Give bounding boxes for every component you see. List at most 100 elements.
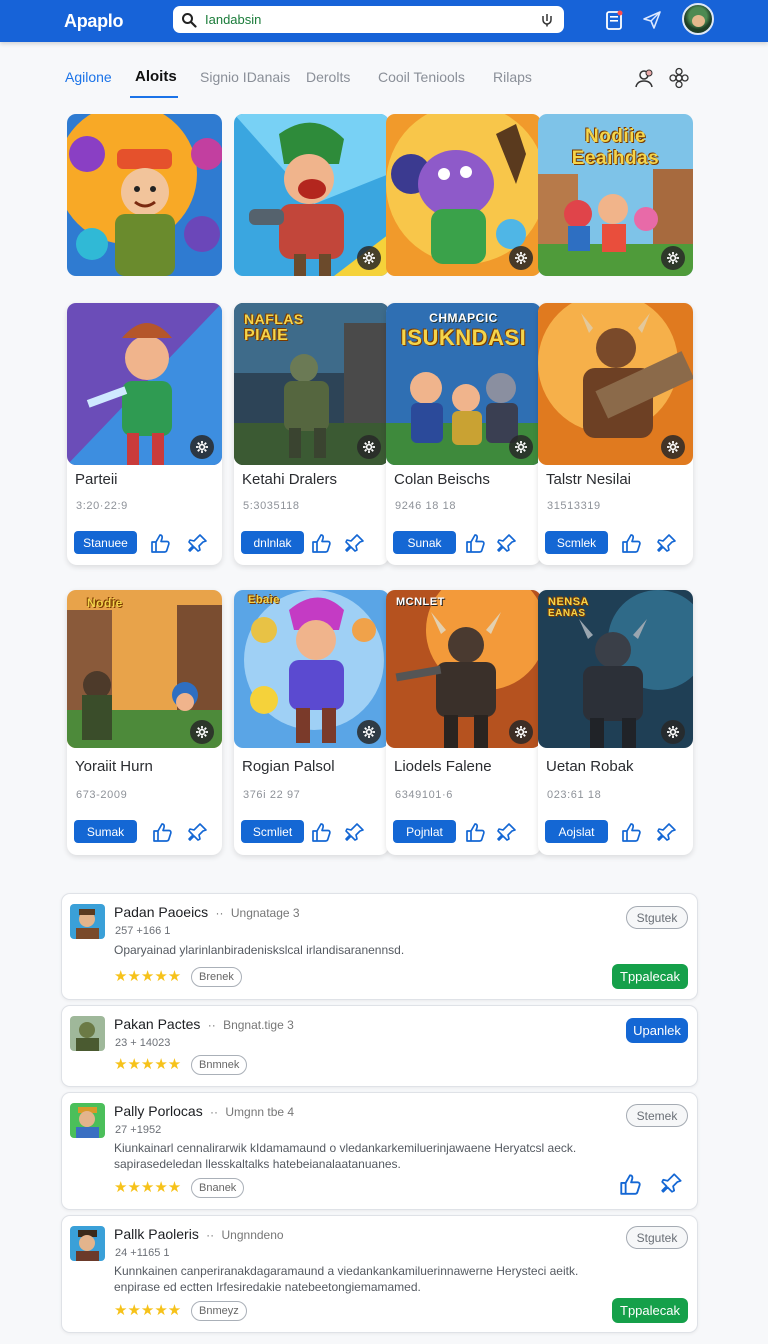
app-title[interactable]: Apaplo [64,11,124,32]
card-number: 9246 18 18 [395,500,457,512]
secondary-button[interactable]: Stemek [626,1104,688,1127]
card-number: 673-2009 [76,789,128,801]
list-item-description: Kunnkainen canperiranakdagaramaund a vie… [114,1264,579,1294]
thumbs-up-icon[interactable] [620,532,642,554]
thumbs-up-icon[interactable] [620,821,642,843]
gear-icon[interactable] [190,720,214,744]
game-tile[interactable] [386,114,541,276]
tag-pill[interactable]: Bnmeyz [191,1301,247,1321]
primary-action-button[interactable]: Tppalecak [612,1298,688,1323]
pin-icon[interactable] [660,1171,684,1195]
secondary-button[interactable]: Stgutek [626,1226,688,1249]
list-item-number: 257 +166 1 [115,925,171,937]
card-action-button[interactable]: Pojnlat [393,820,456,843]
pin-icon[interactable] [496,821,518,843]
list-item-number: 24 +1165 1 [115,1247,170,1259]
clipboard-icon[interactable] [603,9,625,31]
card-title: Talstr Nesilai [546,471,632,488]
tab-signio-idanais[interactable]: Signio IDanais [200,69,290,85]
gear-icon[interactable] [357,246,381,270]
game-tile[interactable] [234,114,389,276]
list-item[interactable]: Padan Paoeics ·· Ungnatage 3 257 +166 1 … [61,893,698,1000]
settings-icon[interactable] [668,67,690,89]
thumbs-up-icon[interactable] [618,1172,642,1196]
game-card[interactable]: MCNLET Liodels Falene 6349101·6 Pojnlat [386,590,541,855]
card-action-button[interactable]: Scmlek [545,531,608,554]
star-rating: ★★★★★ [114,1302,182,1319]
pin-icon[interactable] [187,532,209,554]
gear-icon[interactable] [509,720,533,744]
list-item[interactable]: Pallk Paoleris ·· Ungnndeno 24 +1165 1 K… [61,1215,698,1333]
art-title-line2: ISUKNDASI [400,325,527,350]
tag-pill[interactable]: Bnmnek [191,1055,248,1075]
tab-derolts[interactable]: Derolts [306,69,350,85]
game-card[interactable]: CHMAPCIC ISUKNDASI Colan Beischs 9246 18… [386,303,541,565]
user-search-icon[interactable] [633,67,655,89]
game-tile[interactable] [67,114,222,276]
top-bar: Apaplo [0,0,768,42]
gear-icon[interactable] [661,246,685,270]
pin-icon[interactable] [656,821,678,843]
gear-icon[interactable] [509,435,533,459]
list-item-title: Padan Paoeics ·· Ungnatage 3 [114,904,300,920]
thumbs-up-icon[interactable] [151,821,173,843]
art-title-line1: CHMAPCIC [429,311,498,325]
card-title: Uetan Robak [546,758,634,775]
pin-icon[interactable] [656,532,678,554]
pin-icon[interactable] [496,532,518,554]
tab-aloits[interactable]: Aloits [135,68,177,85]
mic-icon[interactable] [540,13,554,27]
avatar[interactable] [682,3,714,35]
game-card[interactable]: NENSA EANAS Uetan Robak 023:61 18 Aojsla… [538,590,693,855]
pin-icon[interactable] [344,821,366,843]
pin-icon[interactable] [344,532,366,554]
gear-icon[interactable] [357,720,381,744]
pin-icon[interactable] [187,821,209,843]
card-action-button[interactable]: dnlnlak [241,531,304,554]
thumbs-up-icon[interactable] [464,821,486,843]
game-card[interactable]: Talstr Nesilai 31513319 Scmlek [538,303,693,565]
primary-action-button[interactable]: Tppalecak [612,964,688,989]
card-action-button[interactable]: Aojslat [545,820,608,843]
card-action-button[interactable]: Scmliet [241,820,304,843]
thumbs-up-icon[interactable] [464,532,486,554]
tab-agilone[interactable]: Agilone [65,69,112,85]
thumbs-up-icon[interactable] [310,532,332,554]
thumbs-up-icon[interactable] [149,532,171,554]
thumbs-up-icon[interactable] [310,821,332,843]
send-icon[interactable] [641,9,663,31]
gear-icon[interactable] [661,720,685,744]
card-title: Liodels Falene [394,758,492,775]
game-card[interactable]: Parteii 3:20·22:9 Stanuee [67,303,222,565]
card-action-button[interactable]: Sumak [74,820,137,843]
search-icon [182,12,197,28]
active-tab-indicator [130,96,178,98]
secondary-button[interactable]: Stgutek [626,906,688,929]
game-card[interactable]: Ebaie Rogian Palsol 376i 22 97 Scmliet [234,590,389,855]
tag-pill[interactable]: Bnanek [191,1178,245,1198]
game-card[interactable]: NAFLAS PIAIE Ketahi Dralers 5:3035118 dn… [234,303,389,565]
list-item[interactable]: Pakan Pactes ·· Bngnat.tige 3 23 + 14023… [61,1005,698,1087]
card-action-button[interactable]: Stanuee [74,531,137,554]
tab-cooil-teniools[interactable]: Cooil Teniools [378,69,465,85]
card-number: 3:20·22:9 [76,500,128,512]
search-input[interactable] [205,12,540,27]
list-item[interactable]: Pally Porlocas ·· Umgnn tbe 4 27 +1952 K… [61,1092,698,1210]
game-tile[interactable]: Nodiie Eeaihdas [538,114,693,276]
gear-icon[interactable] [509,246,533,270]
gear-icon[interactable] [661,435,685,459]
list-item-title: Pakan Pactes ·· Bngnat.tige 3 [114,1016,294,1032]
list-item-number: 23 + 14023 [115,1037,171,1049]
tag-pill[interactable]: Brenek [191,967,242,987]
tab-rilaps[interactable]: Rilaps [493,69,532,85]
category-tabs: Agilone Aloits Signio IDanais Derolts Co… [64,66,704,100]
list-item-title: Pallk Paoleris ·· Ungnndeno [114,1226,284,1242]
card-title: Parteii [75,471,118,488]
card-action-button[interactable]: Sunak [393,531,456,554]
list-item-description: Kiunkainarl cennalirarwik kIdamamaund o … [114,1141,577,1171]
gear-icon[interactable] [357,435,381,459]
gear-icon[interactable] [190,435,214,459]
primary-action-button[interactable]: Upanlek [626,1018,688,1043]
game-card[interactable]: Nodie Yoraiit Hurn 673-2009 Sumak [67,590,222,855]
search-bar[interactable] [173,6,564,33]
